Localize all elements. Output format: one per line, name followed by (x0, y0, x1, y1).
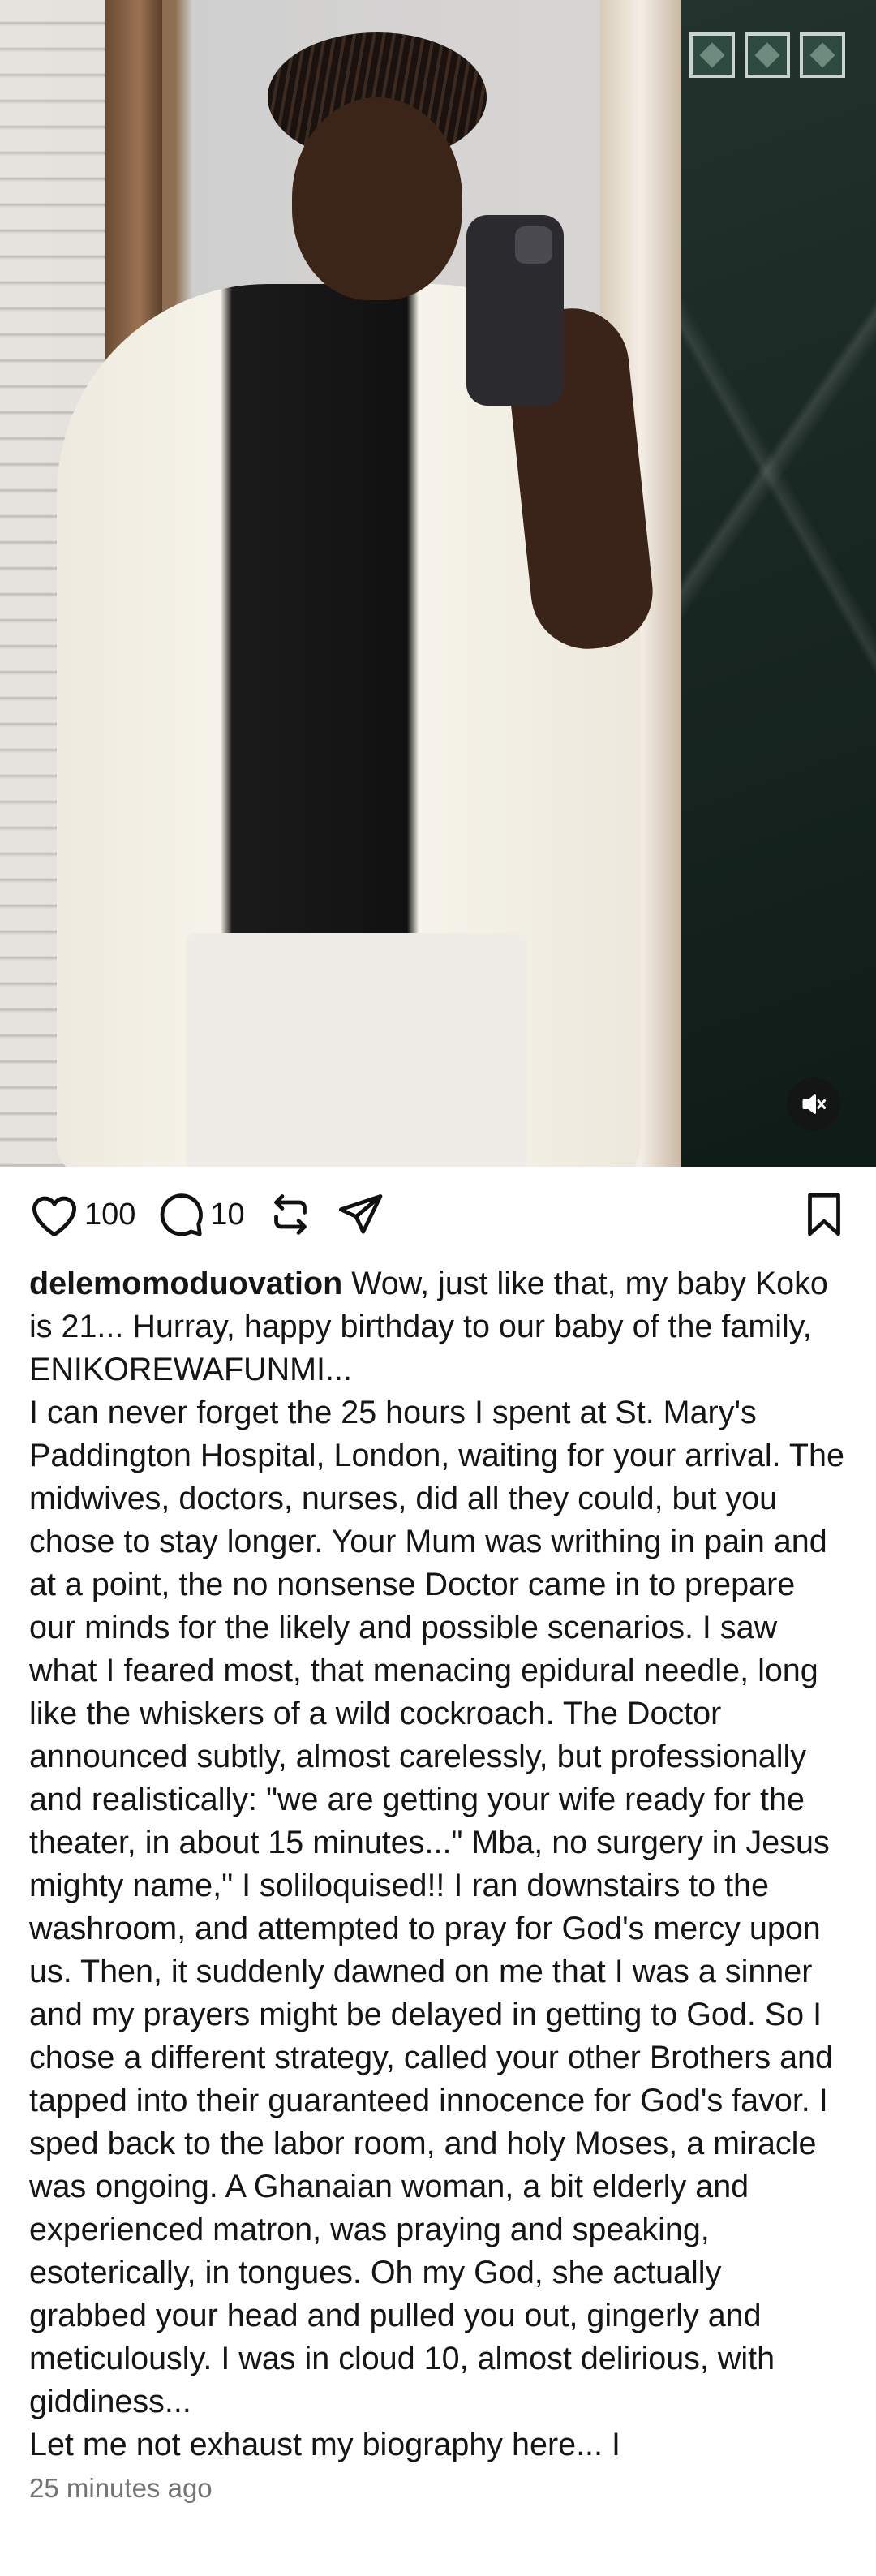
like-count: 100 (84, 1197, 136, 1232)
marble-wall (681, 0, 876, 1167)
comment-button[interactable]: 10 (157, 1190, 245, 1239)
speaker-muted-icon[interactable] (787, 1077, 840, 1131)
bookmark-icon (808, 1193, 840, 1236)
post-caption: delemomoduovation Wow, just like that, m… (0, 1262, 876, 2466)
post-timestamp: 25 minutes ago (29, 2473, 213, 2503)
save-button[interactable] (801, 1190, 847, 1239)
person-pants (187, 933, 527, 1167)
person-head (292, 97, 462, 300)
phone (466, 215, 564, 406)
send-icon (338, 1194, 383, 1234)
comment-count: 10 (210, 1197, 245, 1232)
post-media[interactable] (0, 0, 876, 1167)
repost-icon (273, 1194, 307, 1235)
wall-tiles (689, 32, 845, 78)
action-bar: 100 10 (0, 1167, 876, 1262)
repost-button[interactable] (266, 1190, 315, 1239)
like-button[interactable]: 100 (29, 1191, 135, 1238)
comment-bubble-icon (161, 1193, 204, 1236)
share-button[interactable] (336, 1190, 384, 1239)
username-link[interactable]: delemomoduovation (29, 1266, 342, 1301)
caption-body: I can never forget the 25 hours I spent … (29, 1395, 853, 2419)
caption-truncated[interactable]: Let me not exhaust my biography here... … (29, 2427, 620, 2462)
heart-icon (32, 1196, 76, 1236)
